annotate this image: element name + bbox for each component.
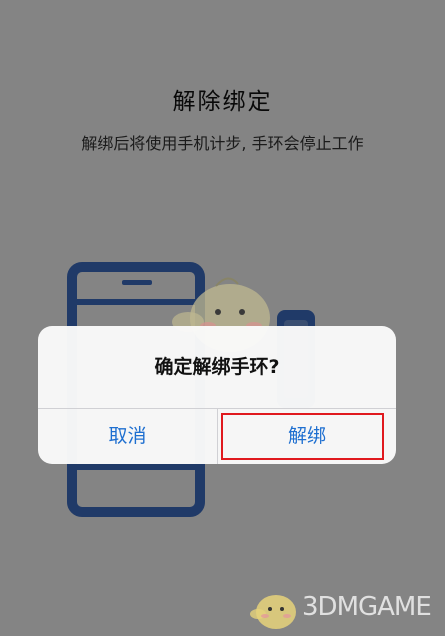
watermark-text: 3DMGAME [302,592,432,622]
watermark-logo-icon [250,595,296,629]
dialog-message: 确定解绑手环? [154,356,280,378]
unbind-button-highlight [221,413,384,460]
unbind-page: 解除绑定 解绑后将使用手机计步, 手环会停止工作 确定解绑手环? 取消 解绑 3… [0,0,445,636]
watermark: 3DMGAME [250,584,440,632]
cancel-button[interactable]: 取消 [38,409,217,464]
